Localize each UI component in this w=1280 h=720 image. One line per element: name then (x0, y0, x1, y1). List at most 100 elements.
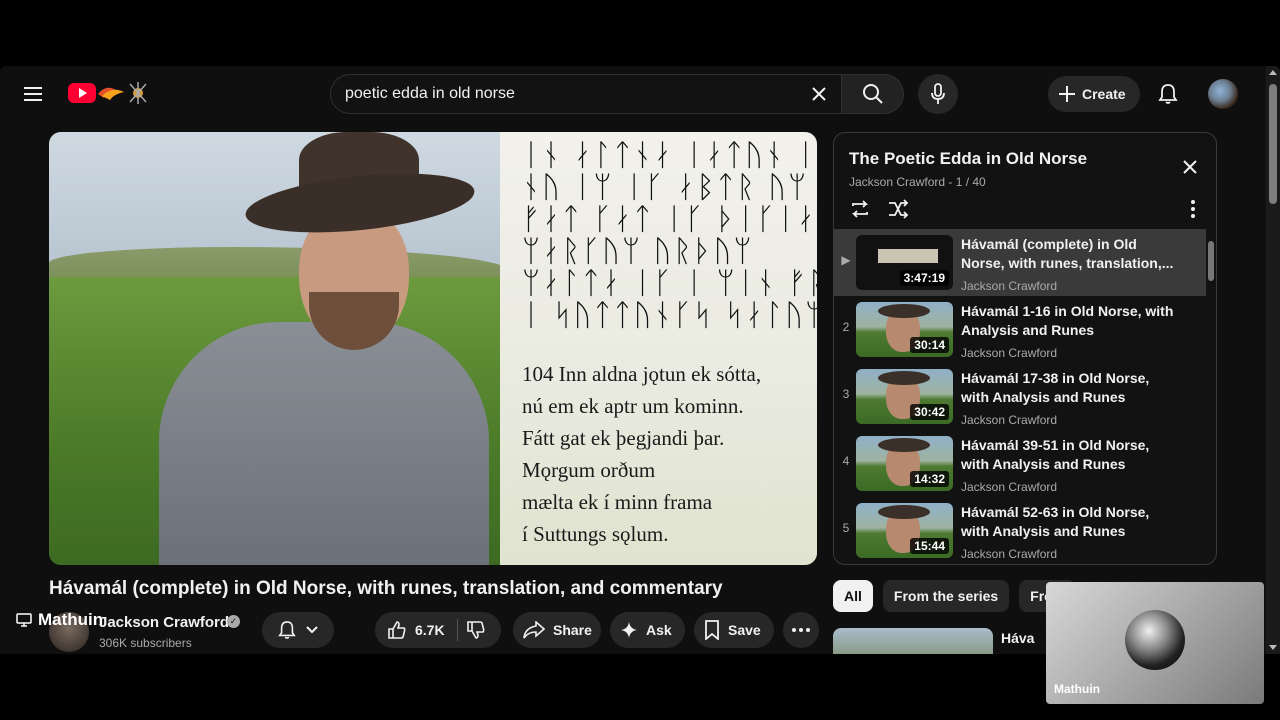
bell-icon (278, 621, 296, 639)
playlist-close-button[interactable] (1178, 155, 1202, 179)
playlist-title[interactable]: The Poetic Edda in Old Norse (849, 149, 1087, 169)
save-button[interactable]: Save (694, 612, 774, 648)
duration-badge: 30:14 (910, 337, 949, 353)
page-scrollbar[interactable] (1266, 66, 1280, 654)
hamburger-icon (24, 87, 42, 101)
search-button[interactable] (842, 74, 904, 114)
playlist-item-title: Hávamál 39-51 in Old Norse, with Analysi… (961, 437, 1150, 472)
loop-icon (851, 200, 869, 218)
thumbs-up-icon[interactable] (387, 620, 407, 640)
playlist-item-index: 5 (842, 521, 850, 535)
shuffle-button[interactable] (886, 197, 910, 221)
playlist-item-title: Hávamál 52-63 in Old Norse, with Analysi… (961, 504, 1150, 539)
verse-line: Fátt gat ek þegjandi þar. (522, 426, 725, 450)
create-label: Create (1082, 86, 1126, 102)
chevron-down-icon (306, 626, 318, 634)
save-label: Save (728, 622, 761, 638)
bell-icon (1158, 84, 1178, 104)
playlist-item-title: Hávamál 17-38 in Old Norse, with Analysi… (961, 370, 1150, 405)
rune-text-panel: ᛁᚾ ᛅᛚᛏᚾᛅ ᛁᛅᛏᚢᚾ ᛁᚴ ᛋᚢᛏᛏᛅ ᚾᚢ ᛁᛘ ᛁᚴ ᛅᛒᛏᚱ ᚢᛘ… (500, 132, 817, 565)
search-icon (862, 84, 883, 104)
playlist-item-thumbnail: 3:47:19 (856, 235, 953, 290)
microphone-icon (931, 83, 945, 104)
playlist-item-thumbnail: 30:42 (856, 369, 953, 424)
loop-button[interactable] (848, 197, 872, 221)
playlist-items: ▶ 3:47:19 Hávamál (complete) in Old Nors… (834, 229, 1206, 564)
menu-button[interactable] (18, 78, 50, 110)
subscription-notifications-button[interactable] (262, 612, 334, 648)
recommended-thumbnail[interactable] (833, 628, 993, 654)
thumbnail-hat (878, 505, 930, 519)
playlist-item-channel: Jackson Crawford (961, 547, 1058, 561)
video-title: Hávamál (complete) in Old Norse, with ru… (49, 578, 723, 599)
thumbs-down-icon[interactable] (466, 620, 486, 640)
playlist-item-channel: Jackson Crawford (961, 413, 1058, 427)
verse-text: 104 Inn aldna jǫtun ek sótta, nú em ek a… (522, 358, 761, 550)
more-actions-button[interactable] (783, 612, 819, 648)
playlist-panel: The Poetic Edda in Old Norse Jackson Cra… (833, 132, 1217, 565)
scroll-down-icon[interactable] (1269, 645, 1277, 650)
plus-icon (1059, 86, 1075, 102)
verse-line: 104 Inn aldna jǫtun ek sótta, (522, 362, 762, 386)
recommended-title[interactable]: Háva (1001, 630, 1034, 646)
playlist-item-title: Hávamál 1-16 in Old Norse, with Analysis… (961, 303, 1174, 338)
playlist-item-index: 4 (842, 454, 850, 468)
share-label: Share (553, 622, 592, 638)
playlist-item[interactable]: 3 30:42 Hávamál 17-38 in Old Norse, with… (834, 363, 1206, 430)
clear-search-button[interactable] (805, 80, 833, 108)
playlist-item[interactable]: 4 14:32 Hávamál 39-51 in Old Norse, with… (834, 430, 1206, 497)
close-icon (812, 87, 826, 101)
rune-line: ᛁᚾ ᛅᛚᛏᚾᛅ ᛁᛅᛏᚢᚾ ᛁᚴ ᛋᚢᛏᛏᛅ (522, 138, 817, 173)
like-count[interactable]: 6.7K (415, 622, 445, 638)
thumbnail-hat (878, 371, 930, 385)
duration-badge: 3:47:19 (899, 270, 949, 286)
ask-button[interactable]: Ask (610, 612, 685, 648)
youtube-logo[interactable] (68, 80, 158, 106)
playlist-item-index: 2 (842, 320, 850, 334)
chip-all[interactable]: All (833, 580, 873, 612)
participant-avatar (1125, 610, 1185, 670)
playlist-item-thumbnail: 15:44 (856, 503, 953, 558)
playlist-item-channel: Jackson Crawford (961, 279, 1058, 293)
playlist-scrollbar-thumb[interactable] (1208, 241, 1214, 281)
video-call-overlay[interactable]: Mathuin (1046, 582, 1264, 704)
playlist-more-button[interactable] (1188, 197, 1198, 221)
channel-row: Jackson Crawford ✓ 306K subscribers 6.7K… (49, 610, 819, 654)
duration-badge: 30:42 (910, 404, 949, 420)
verse-line: nú em ek aptr um kominn. (522, 394, 744, 418)
rune-line: ᛘᛅᚱᚴᚢᛘ ᚢᚱᚦᚢᛘ (522, 234, 754, 269)
playlist-item-channel: Jackson Crawford (961, 346, 1058, 360)
monitor-icon (16, 613, 32, 627)
playlist-item[interactable]: ▶ 3:47:19 Hávamál (complete) in Old Nors… (834, 229, 1206, 296)
bookmark-icon (705, 620, 719, 640)
search-box[interactable]: poetic edda in old norse (330, 74, 842, 114)
account-avatar[interactable] (1208, 79, 1238, 109)
verse-line: mælta ek í minn frama (522, 490, 713, 514)
rune-line: ᚾᚢ ᛁᛘ ᛁᚴ ᛅᛒᛏᚱ ᚢᛘ ᚴᚢᛘᛁᚾ (522, 170, 817, 205)
playlist-item[interactable]: 2 30:14 Hávamál 1-16 in Old Norse, with … (834, 296, 1206, 363)
create-button[interactable]: Create (1048, 76, 1140, 112)
close-icon (1183, 160, 1197, 174)
scroll-up-icon[interactable] (1269, 70, 1277, 75)
voice-search-button[interactable] (918, 74, 958, 114)
playlist-scrollbar[interactable] (1208, 231, 1214, 561)
search-input[interactable]: poetic edda in old norse (345, 75, 515, 113)
shuffle-icon (889, 199, 909, 219)
channel-name[interactable]: Jackson Crawford (99, 614, 229, 631)
share-button[interactable]: Share (513, 612, 601, 648)
ask-label: Ask (646, 622, 672, 638)
chip-from-the-series[interactable]: From the series (882, 580, 1010, 612)
subscriber-count: 306K subscribers (99, 636, 192, 650)
notifications-button[interactable] (1152, 78, 1184, 110)
like-dislike-group: 6.7K (375, 612, 501, 648)
playlist-meta: Jackson Crawford - 1 / 40 (849, 175, 986, 189)
playlist-item[interactable]: 5 15:44 Hávamál 52-63 in Old Norse, with… (834, 497, 1206, 564)
playlist-item-title: Hávamál (complete) in Old Norse, with ru… (961, 236, 1174, 271)
masthead: poetic edda in old norse Create (0, 66, 1266, 122)
scrollbar-thumb[interactable] (1269, 84, 1277, 204)
playlist-item-index: ▶ (841, 253, 851, 267)
filter-chips: All From the series From (833, 580, 1077, 612)
participant-name: Mathuin (1054, 682, 1100, 696)
playlist-item-thumbnail: 30:14 (856, 302, 953, 357)
video-player[interactable]: ᛁᚾ ᛅᛚᛏᚾᛅ ᛁᛅᛏᚢᚾ ᛁᚴ ᛋᚢᛏᛏᛅ ᚾᚢ ᛁᛘ ᛁᚴ ᛅᛒᛏᚱ ᚢᛘ… (49, 132, 817, 565)
